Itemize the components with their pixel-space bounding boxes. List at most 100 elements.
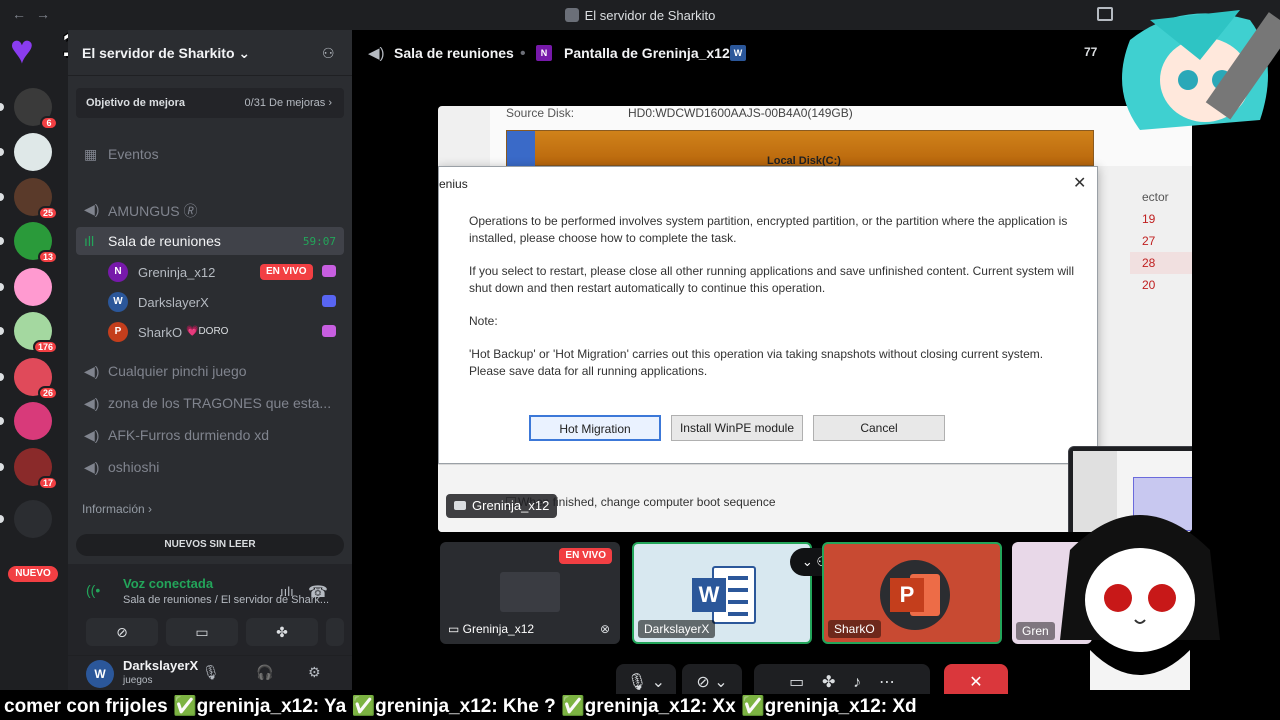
activity-icon <box>322 325 336 337</box>
unread-pip <box>0 283 4 291</box>
more-icon[interactable]: ⋯ <box>879 674 895 691</box>
channel-label: AFK-Furros durmiendo xd <box>108 427 270 443</box>
voice-timer: 59:07 <box>302 235 336 248</box>
unread-pip <box>0 327 4 335</box>
voice-user-greninja[interactable]: N Greninja_x12 EN VIVO <box>108 258 344 286</box>
table-cell: 27 <box>1142 234 1156 248</box>
soundboard-button[interactable] <box>326 618 344 646</box>
mention-badge: 13 <box>37 250 58 264</box>
new-unread-banner[interactable]: NUEVOS SIN LEER <box>76 534 344 556</box>
server-icon[interactable]: 176 <box>14 312 58 354</box>
install-winpe-button[interactable]: Install WinPE module <box>671 415 803 441</box>
soundboard-icon[interactable]: ♪ <box>853 674 861 691</box>
camera-button[interactable]: ⊘ <box>86 618 158 646</box>
server-icon[interactable]: 26 <box>14 358 58 400</box>
boost-goal-label: Objetivo de mejora <box>86 97 186 109</box>
channel-label: zona de los TRAGONES que esta... <box>108 395 332 411</box>
speaker-icon: ◀) <box>84 395 100 411</box>
end-call-icon: ✕ <box>969 674 983 691</box>
activities-button[interactable]: ✤ <box>246 618 318 646</box>
unread-pip <box>0 148 4 156</box>
microphone-icon: 🎙 ⌄ <box>626 674 666 691</box>
header-stream-name: Pantalla de Greninja_x12 <box>564 45 730 61</box>
dialog-caption: enius ✕ <box>439 167 1097 199</box>
voice-user-name: DarkslayerX <box>138 295 209 310</box>
tile-greninja[interactable]: EN VIVO ▭ Greninja_x12 ⊗ <box>440 542 620 644</box>
voice-status[interactable]: Voz conectada <box>123 576 213 591</box>
close-icon[interactable]: ✕ <box>1073 173 1086 193</box>
sector-table: ector 19 27 28 20 <box>1130 186 1192 306</box>
unread-pip <box>0 193 4 201</box>
avatar: W <box>108 292 128 312</box>
channel-tragones[interactable]: ◀) zona de los TRAGONES que esta... <box>76 389 344 417</box>
speaker-icon: ◀) <box>84 201 100 217</box>
user-name[interactable]: DarkslayerX <box>123 658 198 673</box>
unread-pip <box>0 463 4 471</box>
live-badge: EN VIVO <box>559 548 612 564</box>
channel-amungus[interactable]: ◀) AMUNGUS 🄬 <box>76 195 344 223</box>
server-icon[interactable]: 6 <box>14 88 58 130</box>
invite-icon[interactable]: ⚇ <box>322 45 338 61</box>
events-item[interactable]: ▦ Eventos <box>76 140 344 168</box>
channel-afk[interactable]: ◀) AFK-Furros durmiendo xd <box>76 421 344 449</box>
server-icon[interactable] <box>14 402 52 440</box>
channel-label: oshioshi <box>108 459 160 475</box>
activities-icon[interactable]: ✤ <box>822 674 835 691</box>
unread-pip <box>0 417 4 425</box>
speaker-icon: ◀) <box>84 427 100 443</box>
server-rail: 6 25 13 176 26 17 NUEVO <box>0 30 68 690</box>
dialog-note: Note: <box>469 314 498 328</box>
voice-user-name: SharkO <box>138 325 183 340</box>
speaker-icon: ◀) <box>368 45 385 62</box>
signal-icon[interactable]: ((• <box>86 582 100 598</box>
server-icon[interactable]: 17 <box>14 448 58 490</box>
headset-icon[interactable]: 🎧 <box>256 664 273 681</box>
server-icon[interactable] <box>14 500 52 538</box>
unread-pip <box>0 373 4 381</box>
screen-share-icon[interactable]: ▭ <box>789 674 804 691</box>
server-icon[interactable] <box>14 268 52 306</box>
tile-darkslayer[interactable]: W DarkslayerX <box>632 542 812 644</box>
activity-icon <box>322 265 336 277</box>
server-icon[interactable]: 13 <box>14 222 58 264</box>
activities-icon: ✤ <box>276 624 288 640</box>
channel-pinchi[interactable]: ◀) Cualquier pinchi juego <box>76 357 344 385</box>
mention-badge: 17 <box>37 476 58 490</box>
user-panel: W DarkslayerX juegos 🎙 🎧 ⚙ <box>68 656 352 690</box>
avatar[interactable]: W <box>86 660 114 688</box>
microphone-icon[interactable]: 🎙 <box>202 664 220 681</box>
header-channel-name: Sala de reuniones <box>394 45 514 61</box>
screen-icon <box>454 501 466 510</box>
boost-goal[interactable]: Objetivo de mejora 0/31 De mejoras › <box>76 88 344 118</box>
soundboard-icon[interactable]: ıılı <box>280 584 294 599</box>
new-badge: NUEVO <box>8 566 58 582</box>
server-icon[interactable]: 25 <box>14 178 58 220</box>
calendar-icon: ▦ <box>84 146 98 162</box>
hot-migration-button[interactable]: Hot Migration <box>529 415 661 441</box>
voice-user-sharko[interactable]: P SharkO 💗DORO <box>108 318 344 346</box>
server-header[interactable]: El servidor de Sharkito ⌄ ⚇ <box>68 30 352 76</box>
voice-active-icon: ıll <box>84 233 95 249</box>
muted-icon: ⊗ <box>599 622 610 636</box>
anime-sticker-bottom <box>1060 515 1220 690</box>
gear-icon[interactable]: ⚙ <box>308 664 321 681</box>
events-label: Eventos <box>108 146 159 162</box>
cancel-button[interactable]: Cancel <box>813 415 945 441</box>
disconnect-icon[interactable]: ☎ <box>308 582 328 602</box>
tile-sharko[interactable]: P SharkO <box>822 542 1002 644</box>
category-informacion[interactable]: Información › <box>82 502 152 516</box>
member-count[interactable]: 77 <box>1084 45 1097 59</box>
unread-pip <box>0 103 4 111</box>
source-disk-value: HD0:WDCWD1600AAJS-00B4A0(149GB) <box>628 106 853 120</box>
channel-sala-de-reuniones[interactable]: ıll Sala de reuniones 59:07 <box>76 227 344 255</box>
mention-badge: 176 <box>32 340 58 354</box>
window-title: El servidor de Sharkito <box>0 8 1280 23</box>
server-icon[interactable] <box>14 133 52 171</box>
share-screen-button[interactable]: ▭ <box>166 618 238 646</box>
voice-user-darkslayer[interactable]: W DarkslayerX <box>108 288 344 316</box>
channel-oshioshi[interactable]: ◀) oshioshi <box>76 453 344 481</box>
screen-share-view[interactable]: Source Disk: HD0:WDCWD1600AAJS-00B4A0(14… <box>438 106 1192 532</box>
word-icon: W <box>730 45 746 61</box>
heart-icon: ♥ <box>10 28 34 72</box>
onenote-icon: N <box>536 45 552 61</box>
